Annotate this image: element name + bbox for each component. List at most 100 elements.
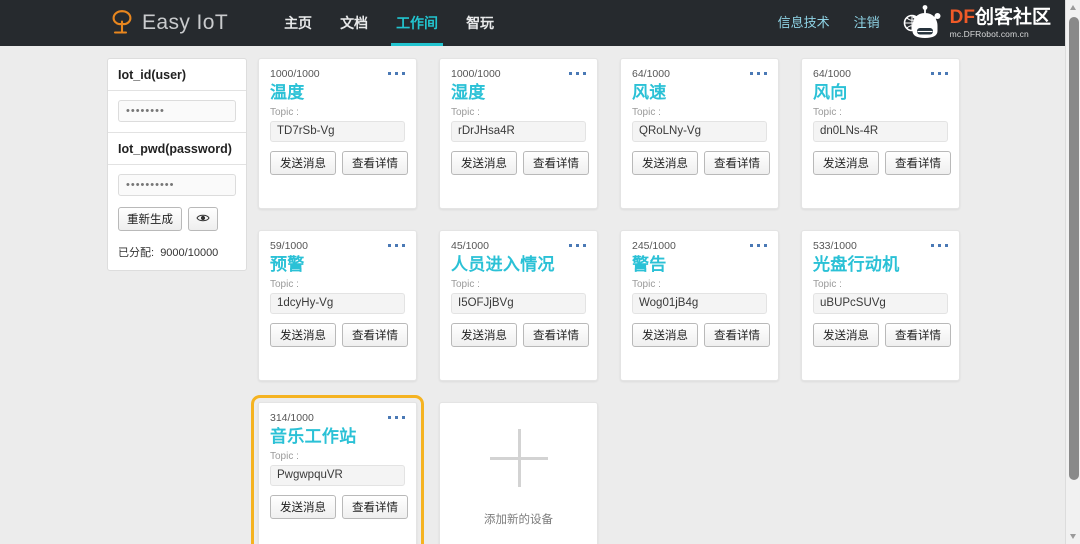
send-message-button[interactable]: 发送消息 xyxy=(632,323,698,347)
allocated-label: 已分配: xyxy=(118,247,155,259)
view-detail-button[interactable]: 查看详情 xyxy=(342,495,408,519)
main-content: Iot_id(user) Iot_pwd(password) 重新生成 xyxy=(0,46,1065,544)
send-message-button[interactable]: 发送消息 xyxy=(270,495,336,519)
nav-item-docs[interactable]: 文档 xyxy=(326,0,382,46)
device-card[interactable]: 245/1000 警告 Topic : Wog01jB4g 发送消息 查看详情 xyxy=(620,230,779,381)
df-subtitle: mc.DFRobot.com.cn xyxy=(949,28,1029,39)
device-card[interactable]: 64/1000 风速 Topic : QRoLNy-Vg 发送消息 查看详情 xyxy=(620,58,779,209)
pwd-actions: 重新生成 xyxy=(118,207,236,231)
card-actions: 发送消息 查看详情 xyxy=(451,151,589,175)
nav-item-home[interactable]: 主页 xyxy=(270,0,326,46)
card-topic-value[interactable]: Wog01jB4g xyxy=(632,292,767,314)
card-menu-icon[interactable] xyxy=(388,412,405,419)
df-prefix: DF xyxy=(949,6,975,28)
view-detail-button[interactable]: 查看详情 xyxy=(523,323,589,347)
nav-item-logout[interactable]: 注销 xyxy=(842,0,892,46)
pwd-section-header: Iot_pwd(password) xyxy=(108,133,246,164)
user-section-body xyxy=(108,91,246,132)
card-header: 45/1000 xyxy=(451,240,586,252)
add-device-card[interactable]: 添加新的设备 xyxy=(439,402,598,544)
card-actions: 发送消息 查看详情 xyxy=(632,323,770,347)
send-message-button[interactable]: 发送消息 xyxy=(451,151,517,175)
view-detail-button[interactable]: 查看详情 xyxy=(523,151,589,175)
card-topic-value[interactable]: TD7rSb-Vg xyxy=(270,120,405,142)
view-detail-button[interactable]: 查看详情 xyxy=(342,151,408,175)
send-message-button[interactable]: 发送消息 xyxy=(813,323,879,347)
device-card[interactable]: 1000/1000 温度 Topic : TD7rSb-Vg 发送消息 查看详情 xyxy=(258,58,417,209)
scroll-up-arrow-icon[interactable] xyxy=(1066,0,1080,15)
regenerate-button[interactable]: 重新生成 xyxy=(118,207,182,231)
card-topic-value[interactable]: 1dcyHy-Vg xyxy=(270,292,405,314)
main-nav: 主页 文档 工作间 智玩 xyxy=(270,0,508,46)
card-menu-icon[interactable] xyxy=(750,240,767,247)
card-menu-icon[interactable] xyxy=(569,68,586,75)
tree-icon xyxy=(110,8,134,38)
page-scrollbar[interactable] xyxy=(1065,0,1080,544)
card-topic-value[interactable]: I5OFJjBVg xyxy=(451,292,586,314)
card-menu-icon[interactable] xyxy=(931,240,948,247)
card-title: 风向 xyxy=(813,83,848,102)
card-menu-icon[interactable] xyxy=(931,68,948,75)
user-section-header: Iot_id(user) xyxy=(108,59,246,90)
device-card[interactable]: 59/1000 预警 Topic : 1dcyHy-Vg 发送消息 查看详情 xyxy=(258,230,417,381)
card-topic-value[interactable]: PwgwpquVR xyxy=(270,464,405,486)
send-message-button[interactable]: 发送消息 xyxy=(632,151,698,175)
card-header: 64/1000 xyxy=(632,68,767,80)
allocated-value: 9000/10000 xyxy=(160,247,219,259)
card-actions: 发送消息 查看详情 xyxy=(632,151,770,175)
card-quota: 245/1000 xyxy=(632,240,676,252)
card-quota: 64/1000 xyxy=(813,68,851,80)
card-quota: 1000/1000 xyxy=(451,68,501,80)
card-topic-value[interactable]: QRoLNy-Vg xyxy=(632,120,767,142)
df-title: 创客社区 xyxy=(974,6,1051,28)
toggle-password-visibility-button[interactable] xyxy=(188,207,218,231)
device-card[interactable]: 533/1000 光盘行动机 Topic : uBUPcSUVg 发送消息 查看… xyxy=(801,230,960,381)
card-topic-value[interactable]: uBUPcSUVg xyxy=(813,292,948,314)
send-message-button[interactable]: 发送消息 xyxy=(813,151,879,175)
brand-logo[interactable]: Easy IoT xyxy=(110,8,228,38)
card-actions: 发送消息 查看详情 xyxy=(270,151,408,175)
card-menu-icon[interactable] xyxy=(388,68,405,75)
brand-name: Easy IoT xyxy=(142,11,229,34)
view-detail-button[interactable]: 查看详情 xyxy=(704,323,770,347)
device-card-selected[interactable]: 314/1000 音乐工作站 Topic : PwgwpquVR 发送消息 查看… xyxy=(251,395,424,544)
card-quota: 1000/1000 xyxy=(270,68,320,80)
iot-id-input[interactable] xyxy=(118,100,236,122)
card-topic-label: Topic : xyxy=(451,278,480,290)
card-menu-icon[interactable] xyxy=(569,240,586,247)
card-header: 533/1000 xyxy=(813,240,948,252)
card-menu-icon[interactable] xyxy=(750,68,767,75)
nav-item-play[interactable]: 智玩 xyxy=(452,0,508,46)
card-topic-label: Topic : xyxy=(270,106,299,118)
card-topic-value[interactable]: rDrJHsa4R xyxy=(451,120,586,142)
view-detail-button[interactable]: 查看详情 xyxy=(704,151,770,175)
nav-right-area: 信息技术 注销 DF创客社区 mc.DFRobot.com.cn xyxy=(766,0,1051,46)
scroll-down-arrow-icon[interactable] xyxy=(1066,529,1080,544)
view-detail-button[interactable]: 查看详情 xyxy=(885,151,951,175)
allocated-info: 已分配: 9000/10000 xyxy=(118,244,236,260)
card-menu-icon[interactable] xyxy=(388,240,405,247)
device-card-grid: 1000/1000 温度 Topic : TD7rSb-Vg 发送消息 查看详情… xyxy=(251,58,1048,544)
card-header: 64/1000 xyxy=(813,68,948,80)
dfrobot-community-logo[interactable]: DF创客社区 mc.DFRobot.com.cn xyxy=(902,3,1051,43)
nav-item-workspace[interactable]: 工作间 xyxy=(382,0,452,46)
card-actions: 发送消息 查看详情 xyxy=(270,495,408,519)
nav-item-it[interactable]: 信息技术 xyxy=(766,0,842,46)
device-card[interactable]: 45/1000 人员进入情况 Topic : I5OFJjBVg 发送消息 查看… xyxy=(439,230,598,381)
card-quota: 64/1000 xyxy=(632,68,670,80)
iot-pwd-input[interactable] xyxy=(118,174,236,196)
view-detail-button[interactable]: 查看详情 xyxy=(342,323,408,347)
send-message-button[interactable]: 发送消息 xyxy=(270,323,336,347)
card-topic-label: Topic : xyxy=(270,278,299,290)
scrollbar-thumb[interactable] xyxy=(1068,17,1079,480)
card-topic-value[interactable]: dn0LNs-4R xyxy=(813,120,948,142)
card-header: 1000/1000 xyxy=(451,68,586,80)
eye-icon xyxy=(196,213,210,226)
device-card[interactable]: 64/1000 风向 Topic : dn0LNs-4R 发送消息 查看详情 xyxy=(801,58,960,209)
send-message-button[interactable]: 发送消息 xyxy=(451,323,517,347)
card-actions: 发送消息 查看详情 xyxy=(813,151,951,175)
card-title: 音乐工作站 xyxy=(270,427,357,446)
send-message-button[interactable]: 发送消息 xyxy=(270,151,336,175)
view-detail-button[interactable]: 查看详情 xyxy=(885,323,951,347)
device-card[interactable]: 1000/1000 湿度 Topic : rDrJHsa4R 发送消息 查看详情 xyxy=(439,58,598,209)
